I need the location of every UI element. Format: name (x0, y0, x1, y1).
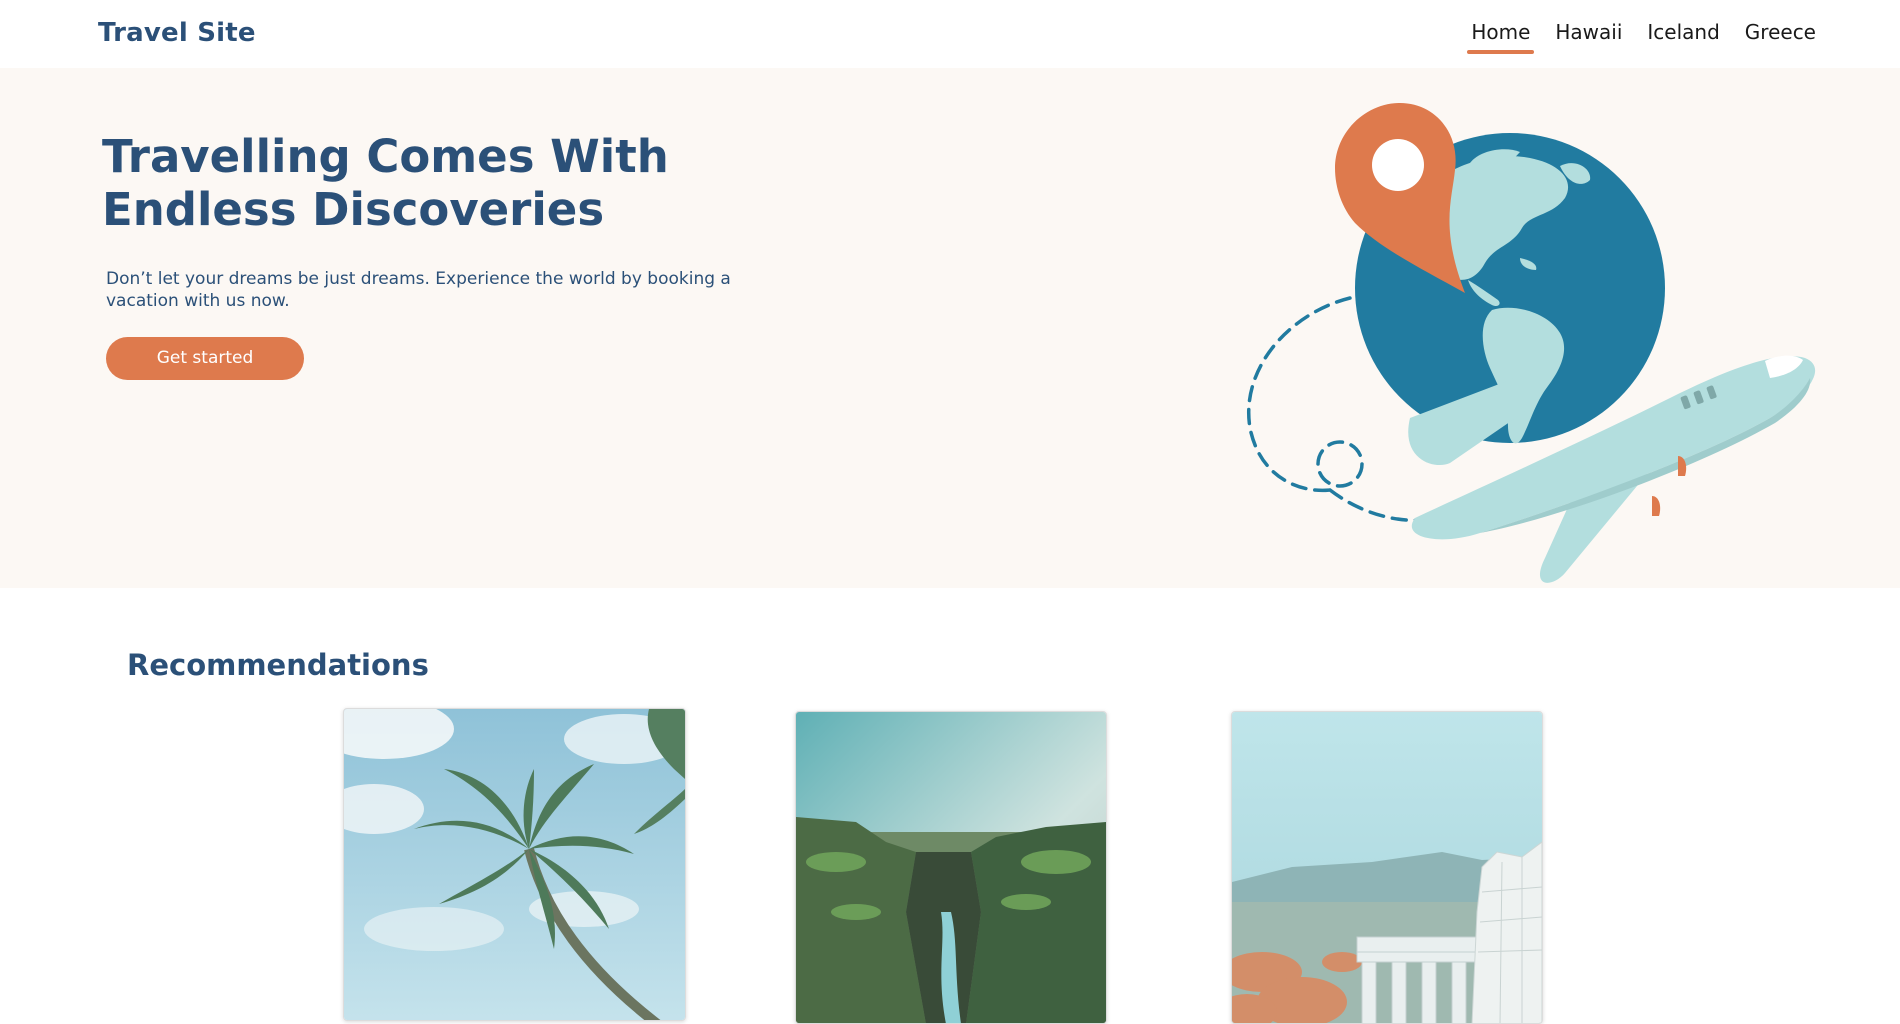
nav-item-hawaii[interactable]: Hawaii (1551, 16, 1626, 54)
greece-ruins-photo (1232, 712, 1542, 1023)
nav-item-iceland[interactable]: Iceland (1643, 16, 1723, 54)
palm-tree-photo (344, 709, 685, 1020)
recommendations-heading: Recommendations (127, 648, 429, 682)
recommendation-card-greece[interactable] (1231, 711, 1543, 1024)
iceland-canyon-photo (796, 712, 1106, 1023)
travel-illustration (1247, 103, 1816, 583)
recommendation-card-iceland[interactable] (795, 711, 1107, 1024)
site-logo-text[interactable]: Travel Site (98, 18, 256, 48)
hero-description: Don’t let your dreams be just dreams. Ex… (106, 269, 731, 311)
top-navbar: Travel Site Home Hawaii Iceland Greece (0, 0, 1900, 68)
recommendation-card-hawaii[interactable] (343, 708, 686, 1021)
hero-section: Travelling Comes With Endless Discoverie… (0, 68, 1900, 588)
nav-item-greece[interactable]: Greece (1741, 16, 1820, 54)
main-nav: Home Hawaii Iceland Greece (1467, 16, 1820, 54)
get-started-button[interactable]: Get started (106, 337, 304, 380)
hero-title: Travelling Comes With Endless Discoverie… (102, 130, 669, 236)
nav-item-home[interactable]: Home (1467, 16, 1535, 54)
